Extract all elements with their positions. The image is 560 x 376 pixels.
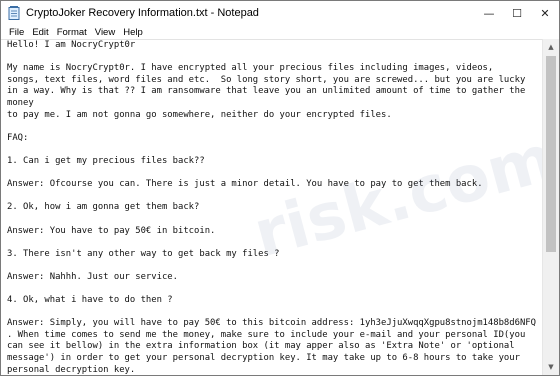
close-button[interactable]: ✕	[531, 1, 559, 25]
notepad-icon	[7, 5, 21, 21]
menu-bar: File Edit Format View Help	[1, 25, 559, 39]
text-line: message') in order to get your personal …	[7, 353, 520, 364]
text-line	[7, 260, 539, 272]
text-line: can see it bellow) in the extra informat…	[7, 341, 515, 352]
text-line: Answer: You have to pay 50€ in bitcoin.	[7, 225, 216, 236]
text-line: to pay me. I am not gonna go somewhere, …	[7, 109, 392, 120]
text-line: Answer: Simply, you will have to pay 50€…	[7, 318, 536, 329]
vertical-scrollbar[interactable]: ▲ ▼	[542, 39, 559, 375]
text-line: Answer: Ofcourse you can. There is just …	[7, 179, 483, 190]
text-line: in a way. Why is that ?? I am ransomware…	[7, 86, 526, 97]
minimize-button[interactable]: —	[475, 1, 503, 25]
text-line: Answer: Nahhh. Just our service.	[7, 271, 178, 282]
text-line: . When time comes to send me the money, …	[7, 329, 526, 340]
text-line	[7, 121, 539, 133]
text-line	[7, 307, 539, 319]
text-line: FAQ:	[7, 132, 29, 143]
scroll-down-icon[interactable]: ▼	[543, 359, 559, 375]
text-line	[7, 168, 539, 180]
text-line	[7, 191, 539, 203]
text-line: 2. Ok, how i am gonna get them back?	[7, 202, 200, 213]
menu-format[interactable]: Format	[53, 27, 91, 38]
text-line	[7, 214, 539, 226]
text-line: money	[7, 97, 34, 108]
scroll-thumb[interactable]	[546, 56, 556, 252]
window-title: CryptoJoker Recovery Information.txt - N…	[26, 7, 259, 19]
text-line: My name is NocryCrypt0r. I have encrypte…	[7, 63, 494, 74]
menu-help[interactable]: Help	[119, 27, 147, 38]
window-controls: — ☐ ✕	[475, 1, 559, 25]
text-line: 3. There isn't any other way to get back…	[7, 248, 280, 259]
text-line	[7, 144, 539, 156]
text-line	[7, 283, 539, 295]
maximize-button[interactable]: ☐	[503, 1, 531, 25]
text-line: personal decryption key.	[7, 364, 136, 375]
notepad-window: CryptoJoker Recovery Information.txt - N…	[0, 0, 560, 376]
text-line: Hello! I am NocryCrypt0r	[7, 40, 136, 50]
text-line	[7, 237, 539, 249]
menu-edit[interactable]: Edit	[28, 27, 52, 38]
text-line: songs, text files, word files and etc. S…	[7, 74, 526, 85]
scroll-up-icon[interactable]: ▲	[543, 39, 559, 55]
text-line: 4. Ok, what i have to do then ?	[7, 295, 173, 306]
text-editor[interactable]: Hello! I am NocryCrypt0r My name is Nocr…	[1, 39, 542, 375]
editor-text-content[interactable]: Hello! I am NocryCrypt0r My name is Nocr…	[7, 40, 539, 375]
text-line: 1. Can i get my precious files back??	[7, 155, 205, 166]
menu-view[interactable]: View	[91, 27, 119, 38]
menu-file[interactable]: File	[5, 27, 28, 38]
text-line	[7, 52, 539, 64]
title-bar[interactable]: CryptoJoker Recovery Information.txt - N…	[1, 1, 559, 25]
